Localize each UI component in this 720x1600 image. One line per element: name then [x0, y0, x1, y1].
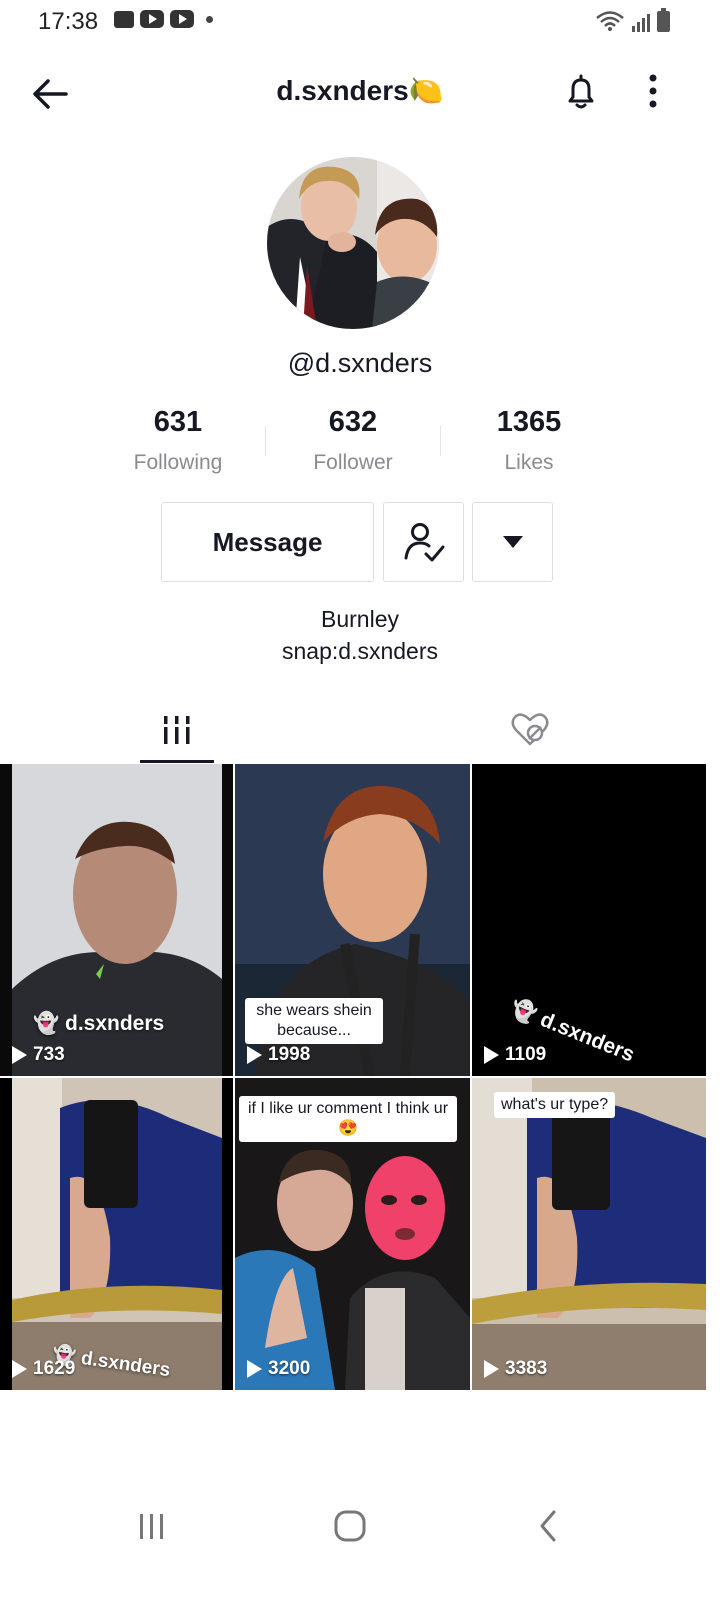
- view-count-value: 1629: [33, 1358, 76, 1379]
- more-notifications-icon: [206, 15, 213, 23]
- play-icon: [12, 1360, 27, 1378]
- video-thumbnail[interactable]: if I like ur comment I think ur 😍 3200: [235, 1078, 470, 1390]
- system-navigation-bar: [0, 1490, 720, 1570]
- video-caption: she wears shein because...: [245, 998, 383, 1044]
- home-icon[interactable]: [332, 1508, 368, 1544]
- signal-icon: [632, 14, 650, 32]
- recent-apps-icon[interactable]: [136, 1510, 168, 1542]
- profile-header: d.sxnders🍋: [0, 56, 720, 128]
- view-count-value: 733: [33, 1044, 65, 1065]
- video-thumbnail[interactable]: 👻 d.sxnders 1109: [472, 764, 706, 1076]
- user-check-icon: [404, 523, 444, 562]
- snapchat-ghost-icon: 👻: [33, 1012, 60, 1035]
- video-thumbnail[interactable]: what's ur type? 3383: [472, 1078, 706, 1390]
- stat-followers[interactable]: 632 Follower: [265, 406, 441, 475]
- view-count-value: 3383: [505, 1358, 548, 1379]
- stat-following[interactable]: 631 Following: [90, 406, 266, 475]
- gallery-icon: [114, 10, 134, 28]
- play-icon: [484, 1046, 499, 1064]
- view-count: 733: [12, 1044, 65, 1066]
- video-preview: [472, 1078, 706, 1390]
- view-count: 3383: [484, 1358, 547, 1380]
- status-bar: 17:38: [0, 0, 720, 44]
- view-count: 1998: [247, 1044, 310, 1066]
- video-thumbnail[interactable]: 👻 d.sxnders 733: [0, 764, 233, 1076]
- status-time: 17:38: [38, 8, 99, 35]
- battery-icon: [657, 8, 670, 32]
- view-count: 3200: [247, 1358, 310, 1380]
- bio-line: snap:d.sxnders: [282, 638, 438, 664]
- youtube-icon: [140, 10, 164, 28]
- video-caption: if I like ur comment I think ur 😍: [239, 1096, 457, 1142]
- video-watermark: d.sxnders: [65, 1012, 165, 1035]
- profile-handle: @d.sxnders: [287, 348, 433, 378]
- hidden-heart-icon: [511, 713, 549, 746]
- more-options-icon[interactable]: [638, 72, 668, 114]
- bio-line: Burnley: [321, 606, 399, 632]
- stat-value: 1365: [496, 406, 562, 438]
- system-icons: [595, 8, 670, 32]
- view-count: 1629: [12, 1358, 75, 1380]
- avatar[interactable]: [267, 157, 439, 329]
- video-preview: [0, 1078, 233, 1390]
- view-count-value: 1109: [505, 1044, 547, 1065]
- message-button[interactable]: Message: [161, 502, 374, 582]
- stat-label: Follower: [313, 451, 393, 474]
- stat-label: Likes: [504, 451, 554, 474]
- video-thumbnail[interactable]: 👻 d.sxnders 1629: [0, 1078, 233, 1390]
- wifi-icon: [596, 11, 624, 31]
- stat-label: Following: [133, 451, 223, 474]
- youtube-icon: [170, 10, 194, 28]
- video-thumbnail[interactable]: she wears shein because... 1998: [235, 764, 470, 1076]
- view-count: 1109: [484, 1044, 546, 1066]
- grid-icon: [162, 716, 192, 744]
- play-icon: [247, 1046, 262, 1064]
- bell-icon[interactable]: [561, 72, 601, 112]
- page-title: d.sxnders🍋: [276, 75, 444, 106]
- stat-likes[interactable]: 1365 Likes: [441, 406, 617, 475]
- stat-value: 631: [153, 406, 203, 438]
- video-caption: what's ur type?: [494, 1092, 616, 1118]
- play-icon: [247, 1360, 262, 1378]
- view-count-value: 3200: [268, 1358, 311, 1379]
- view-count-value: 1998: [268, 1044, 311, 1065]
- notification-icons: [114, 10, 213, 28]
- play-icon: [484, 1360, 499, 1378]
- suggestions-dropdown-button[interactable]: [472, 502, 553, 582]
- caret-down-icon: [502, 536, 523, 548]
- following-button[interactable]: [383, 502, 464, 582]
- tab-videos[interactable]: [140, 696, 214, 764]
- back-nav-icon[interactable]: [534, 1508, 564, 1544]
- stat-value: 632: [328, 406, 378, 438]
- play-icon: [12, 1046, 27, 1064]
- active-tab-indicator: [140, 760, 214, 763]
- tab-liked[interactable]: [493, 696, 567, 764]
